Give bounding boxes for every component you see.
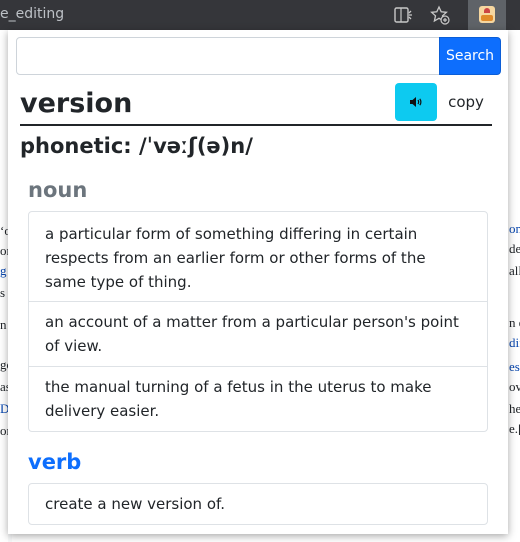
definition-item: an account of a matter from a particular… bbox=[29, 301, 487, 366]
headword-divider bbox=[20, 124, 492, 126]
favorites-add-icon[interactable] bbox=[429, 4, 451, 26]
definition-list-noun: a particular form of something differing… bbox=[28, 211, 488, 432]
bg-text-fragment: e.[ bbox=[509, 421, 520, 436]
bg-link-fragment[interactable]: on bbox=[509, 222, 520, 235]
part-of-speech-verb: verb bbox=[28, 450, 82, 474]
dictionary-popup: Search version copy phonetic: /ˈvəːʃ(ə)n… bbox=[8, 30, 508, 534]
bg-link-fragment[interactable]: es bbox=[509, 360, 520, 373]
extension-icon bbox=[479, 6, 495, 23]
bg-text-fragment: all bbox=[509, 263, 520, 278]
extension-button[interactable] bbox=[468, 0, 506, 30]
definition-item: the manual turning of a fetus in the ute… bbox=[29, 366, 487, 431]
pronounce-button[interactable] bbox=[395, 83, 437, 121]
definition-item: a particular form of something differing… bbox=[45, 225, 426, 291]
definition-list-verb: create a new version of. bbox=[28, 483, 488, 525]
bg-link-fragment[interactable]: g bbox=[0, 264, 7, 277]
search-button[interactable]: Search bbox=[439, 37, 501, 75]
copy-button[interactable]: copy bbox=[441, 83, 491, 121]
bg-text-fragment: n bbox=[0, 317, 7, 332]
bg-text-fragment: de bbox=[509, 241, 520, 256]
address-bar-text[interactable]: e_editing bbox=[0, 6, 64, 22]
part-of-speech-noun: noun bbox=[28, 178, 88, 202]
bg-text-fragment: n e bbox=[509, 315, 520, 330]
search-bar: Search bbox=[16, 37, 501, 75]
reader-mode-icon[interactable] bbox=[393, 4, 415, 26]
phonetic-text: phonetic: /ˈvəːʃ(ə)n/ bbox=[20, 134, 253, 158]
speaker-icon bbox=[410, 97, 422, 107]
headword: version bbox=[20, 88, 133, 119]
bg-link-fragment[interactable]: dif bbox=[509, 336, 520, 349]
browser-toolbar: e_editing bbox=[0, 0, 520, 30]
bg-text-fragment: ov bbox=[509, 379, 520, 394]
definition-item: create a new version of. bbox=[45, 495, 225, 513]
search-input[interactable] bbox=[16, 37, 441, 75]
bg-text-fragment: he bbox=[509, 401, 520, 416]
